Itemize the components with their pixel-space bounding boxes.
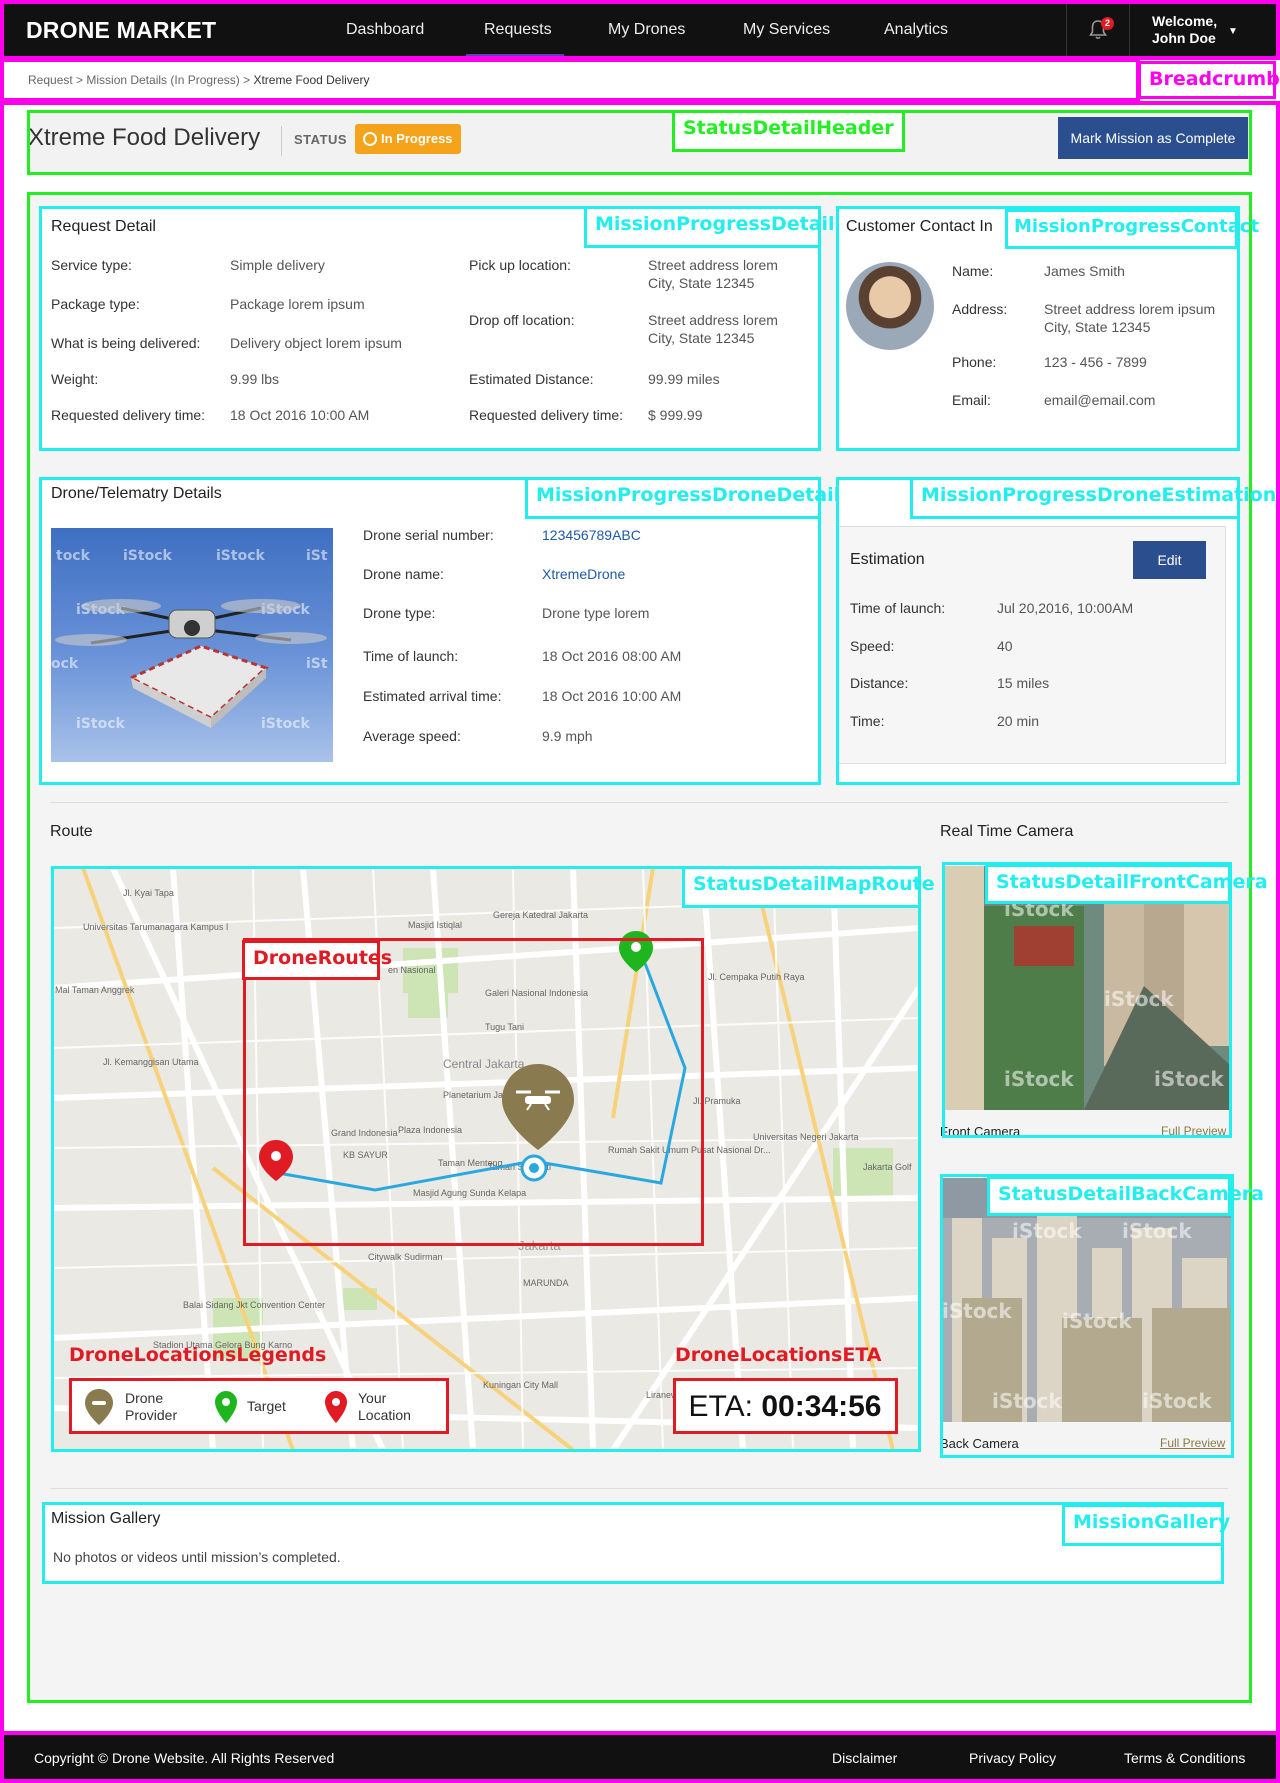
annotation-front-camera-tag: StatusDetailFrontCamera bbox=[985, 864, 1268, 904]
camera-title: Real Time Camera bbox=[940, 823, 1074, 840]
annotation-status-header-frame bbox=[27, 110, 1252, 175]
annotation-drone-estimation-frame bbox=[836, 477, 1240, 785]
section-divider bbox=[50, 802, 1228, 803]
annotation-drone-details-frame bbox=[39, 477, 821, 785]
page: DRONE MARKET Dashboard Requests My Drone… bbox=[0, 0, 1280, 1783]
annotation-drone-routes-frame bbox=[243, 938, 704, 1246]
annotation-header-frame bbox=[0, 0, 1280, 60]
annotation-status-header-tag: StatusDetailHeader bbox=[672, 110, 905, 152]
section-divider-2 bbox=[50, 1488, 1228, 1489]
annotation-progress-contact-tag: MissionProgressContact bbox=[1005, 209, 1259, 249]
annotation-breadcrumb-tag: Breadcrumb bbox=[1138, 61, 1280, 99]
annotation-drone-details-tag: MissionProgressDroneDetails bbox=[525, 477, 851, 519]
annotation-drone-estimation-tag: MissionProgressDroneEstimation bbox=[910, 477, 1276, 519]
annotation-gallery-tag: MissionGallery bbox=[1062, 1504, 1230, 1546]
annotation-map-route-tag: StatusDetailMapRoute bbox=[682, 866, 935, 908]
annotation-legend-frame bbox=[69, 1378, 449, 1434]
annotation-back-camera-frame bbox=[940, 1174, 1234, 1458]
route-title: Route bbox=[50, 823, 93, 840]
annotation-progress-detail-tag: MissionProgressDetail bbox=[584, 206, 835, 248]
annotation-footer-frame bbox=[0, 1731, 1280, 1783]
annotation-drone-routes-tag: DroneRoutes bbox=[242, 940, 392, 980]
annotation-breadcrumb-frame bbox=[0, 58, 1140, 102]
annotation-eta-frame bbox=[673, 1378, 898, 1434]
annotation-gallery-frame bbox=[42, 1502, 1224, 1584]
annotation-locations-legends-tag: DroneLocationsLegends bbox=[69, 1344, 327, 1366]
annotation-locations-eta-tag: DroneLocationsETA bbox=[675, 1344, 882, 1366]
annotation-back-camera-tag: StatusDetailBackCamera bbox=[987, 1176, 1264, 1216]
